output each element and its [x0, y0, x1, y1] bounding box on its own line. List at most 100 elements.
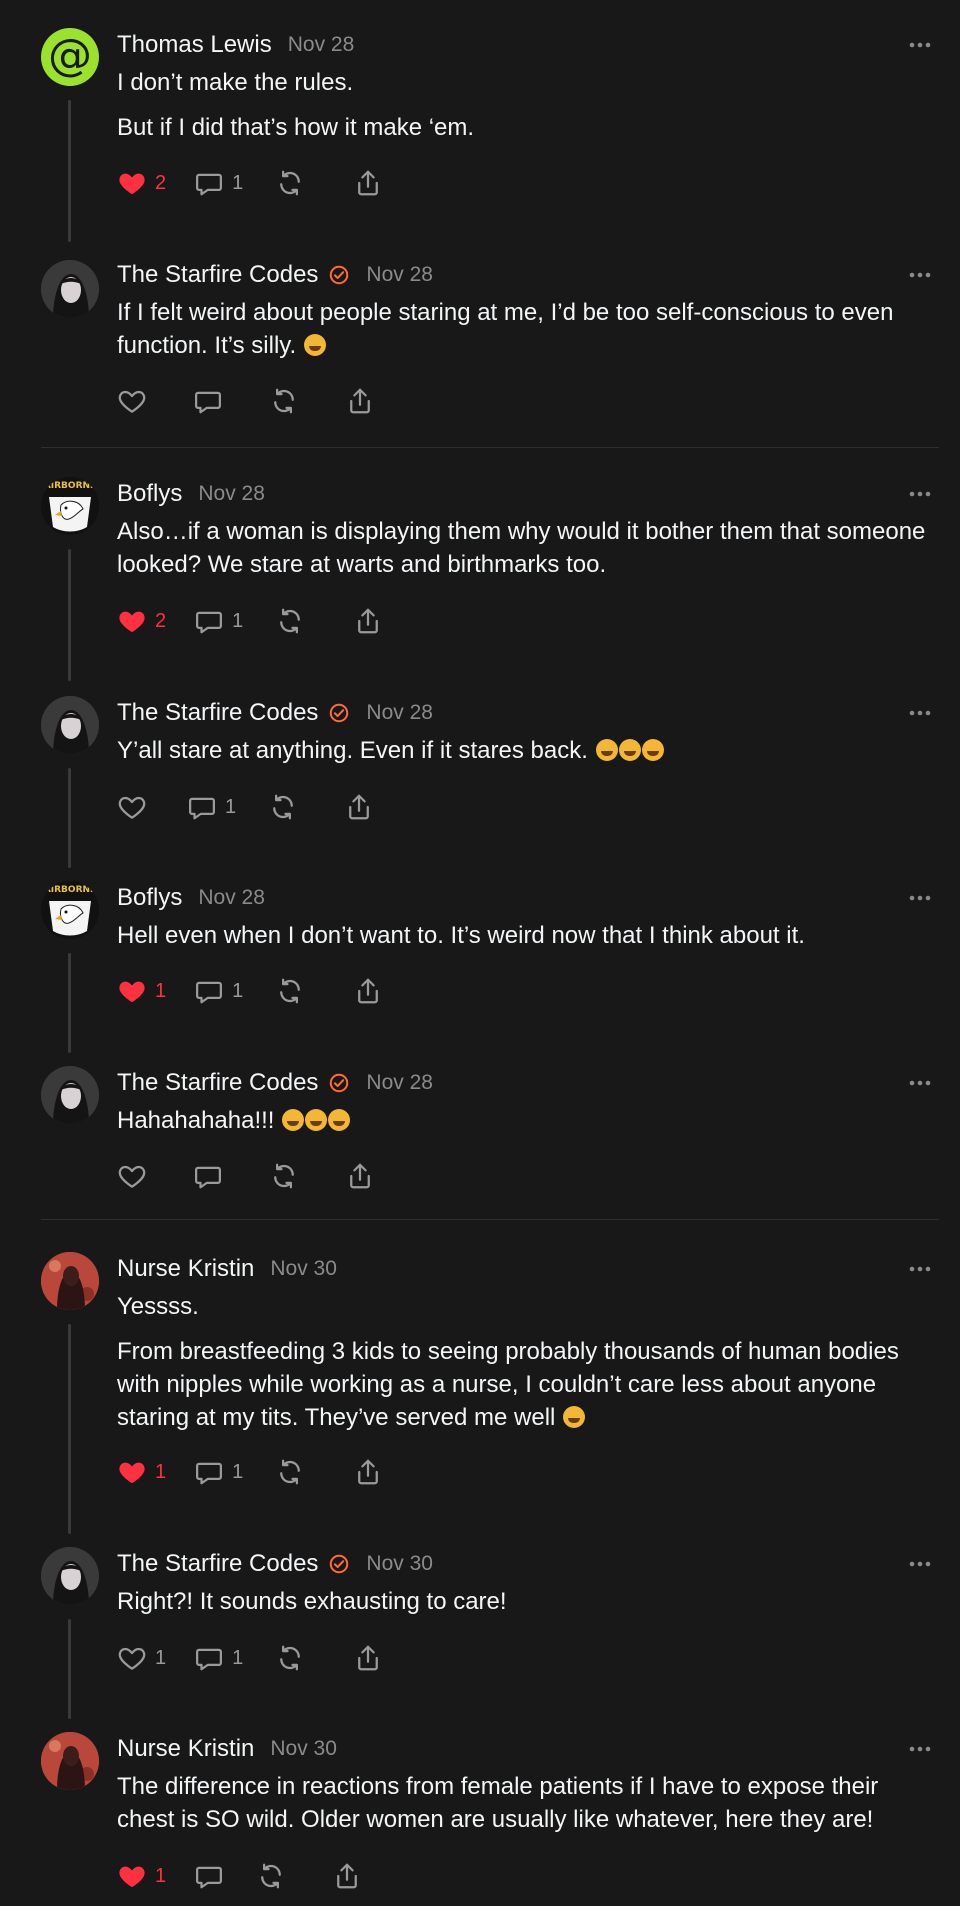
- reply-button[interactable]: [193, 1158, 223, 1194]
- like-count: 2: [155, 609, 167, 632]
- post-date[interactable]: Nov 28: [366, 263, 433, 287]
- avatar[interactable]: AIRBORNE: [41, 881, 99, 939]
- author-name[interactable]: Nurse Kristin: [117, 1255, 254, 1283]
- reply-button[interactable]: 1: [194, 1640, 243, 1676]
- reply-button[interactable]: [193, 383, 223, 419]
- comment-icon: [196, 1462, 223, 1485]
- avatar[interactable]: AIRBORNE: [41, 477, 99, 535]
- post-body: Hahahahaha!!!: [117, 1104, 930, 1137]
- comment-icon: [195, 391, 221, 414]
- share-icon: [358, 978, 379, 1004]
- author-name[interactable]: Thomas Lewis: [117, 31, 272, 59]
- share-button[interactable]: [353, 1454, 383, 1490]
- more-options-icon[interactable]: [907, 262, 933, 288]
- heart-icon: [118, 1165, 146, 1188]
- reply-button[interactable]: 1: [194, 973, 243, 1009]
- like-button[interactable]: 1: [117, 1640, 166, 1676]
- more-options-icon[interactable]: [907, 885, 933, 911]
- laughing-emoji: [303, 334, 326, 356]
- more-options-icon[interactable]: [907, 1070, 933, 1096]
- like-button[interactable]: 2: [117, 165, 166, 201]
- repost-button[interactable]: [268, 789, 298, 825]
- share-button[interactable]: [345, 1158, 375, 1194]
- share-button[interactable]: [344, 789, 374, 825]
- repost-button[interactable]: [269, 383, 299, 419]
- action-bar: 2 1: [117, 603, 383, 639]
- reply-button[interactable]: [194, 1858, 224, 1894]
- post-body: Y’all stare at anything. Even if it star…: [117, 734, 930, 767]
- heart-filled-icon: [119, 611, 145, 633]
- comment-icon: [196, 1648, 223, 1671]
- repost-button[interactable]: [275, 603, 305, 639]
- more-options-icon[interactable]: [907, 1256, 933, 1282]
- author-name[interactable]: Boflys: [117, 884, 182, 912]
- post-date[interactable]: Nov 28: [366, 1071, 433, 1095]
- author-name[interactable]: The Starfire Codes: [117, 261, 318, 289]
- post-header: The Starfire Codes Nov 28: [117, 1066, 433, 1100]
- repost-button[interactable]: [269, 1158, 299, 1194]
- post-date[interactable]: Nov 28: [366, 701, 433, 725]
- post-date[interactable]: Nov 28: [198, 482, 265, 506]
- avatar[interactable]: [41, 1252, 99, 1310]
- avatar[interactable]: @: [41, 28, 99, 86]
- thread-post: AIRBORNE Boflys Nov 28 Hell even when I …: [0, 881, 960, 1061]
- repost-button[interactable]: [275, 165, 305, 201]
- comment-icon: [196, 1866, 223, 1889]
- reply-button[interactable]: 1: [194, 603, 243, 639]
- airborne-eagle-icon: AIRBORNE: [41, 881, 99, 939]
- repost-button[interactable]: [275, 1640, 305, 1676]
- more-options-icon[interactable]: [907, 700, 933, 726]
- like-button[interactable]: 1: [117, 1454, 166, 1490]
- post-body: Also…if a woman is displaying them why w…: [117, 515, 930, 581]
- avatar[interactable]: [41, 1547, 99, 1605]
- share-icon: [358, 608, 379, 634]
- verified-badge-icon: [330, 1073, 349, 1093]
- like-button[interactable]: [117, 789, 147, 825]
- reply-button[interactable]: 1: [194, 1454, 243, 1490]
- avatar[interactable]: [41, 696, 99, 754]
- avatar[interactable]: [41, 260, 99, 318]
- repost-button[interactable]: [256, 1858, 286, 1894]
- post-date[interactable]: Nov 28: [288, 33, 355, 57]
- comment-icon: [195, 1166, 221, 1189]
- share-button[interactable]: [353, 165, 383, 201]
- author-name[interactable]: Boflys: [117, 480, 182, 508]
- post-date[interactable]: Nov 30: [270, 1737, 337, 1761]
- more-options-icon[interactable]: [907, 481, 933, 507]
- post-header: The Starfire Codes Nov 30: [117, 1547, 433, 1581]
- like-button[interactable]: [117, 383, 147, 419]
- like-button[interactable]: [117, 1158, 147, 1194]
- post-date[interactable]: Nov 30: [366, 1552, 433, 1576]
- share-button[interactable]: [353, 973, 383, 1009]
- author-name[interactable]: The Starfire Codes: [117, 1550, 318, 1578]
- author-name[interactable]: The Starfire Codes: [117, 1069, 318, 1097]
- repost-button[interactable]: [275, 1454, 305, 1490]
- share-button[interactable]: [353, 603, 383, 639]
- portrait-image: [41, 260, 99, 318]
- like-button[interactable]: 2: [117, 603, 166, 639]
- repost-button[interactable]: [275, 973, 305, 1009]
- post-body: If I felt weird about people staring at …: [117, 296, 930, 362]
- like-button[interactable]: 1: [117, 973, 166, 1009]
- reply-button[interactable]: 1: [194, 165, 243, 201]
- thread-post: The Starfire Codes Nov 28 Y’all stare at…: [0, 696, 960, 876]
- post-header: Nurse Kristin Nov 30: [117, 1732, 337, 1766]
- share-button[interactable]: [345, 383, 375, 419]
- share-button[interactable]: [332, 1858, 362, 1894]
- more-options-icon[interactable]: [907, 32, 933, 58]
- post-date[interactable]: Nov 30: [270, 1257, 337, 1281]
- share-button[interactable]: [353, 1640, 383, 1676]
- like-button[interactable]: 1: [117, 1858, 166, 1894]
- author-name[interactable]: The Starfire Codes: [117, 699, 318, 727]
- author-name[interactable]: Nurse Kristin: [117, 1735, 254, 1763]
- post-body: I don’t make the rules. But if I did tha…: [117, 66, 930, 144]
- avatar-text: AIRBORNE: [44, 481, 96, 491]
- reply-button[interactable]: 1: [187, 789, 236, 825]
- more-options-icon[interactable]: [907, 1551, 933, 1577]
- post-body: Yessss. From breastfeeding 3 kids to see…: [117, 1290, 930, 1434]
- more-options-icon[interactable]: [907, 1736, 933, 1762]
- thread-post: The Starfire Codes Nov 28 Hahahahaha!!!: [0, 1066, 960, 1206]
- avatar[interactable]: [41, 1066, 99, 1124]
- post-date[interactable]: Nov 28: [198, 886, 265, 910]
- avatar[interactable]: [41, 1732, 99, 1790]
